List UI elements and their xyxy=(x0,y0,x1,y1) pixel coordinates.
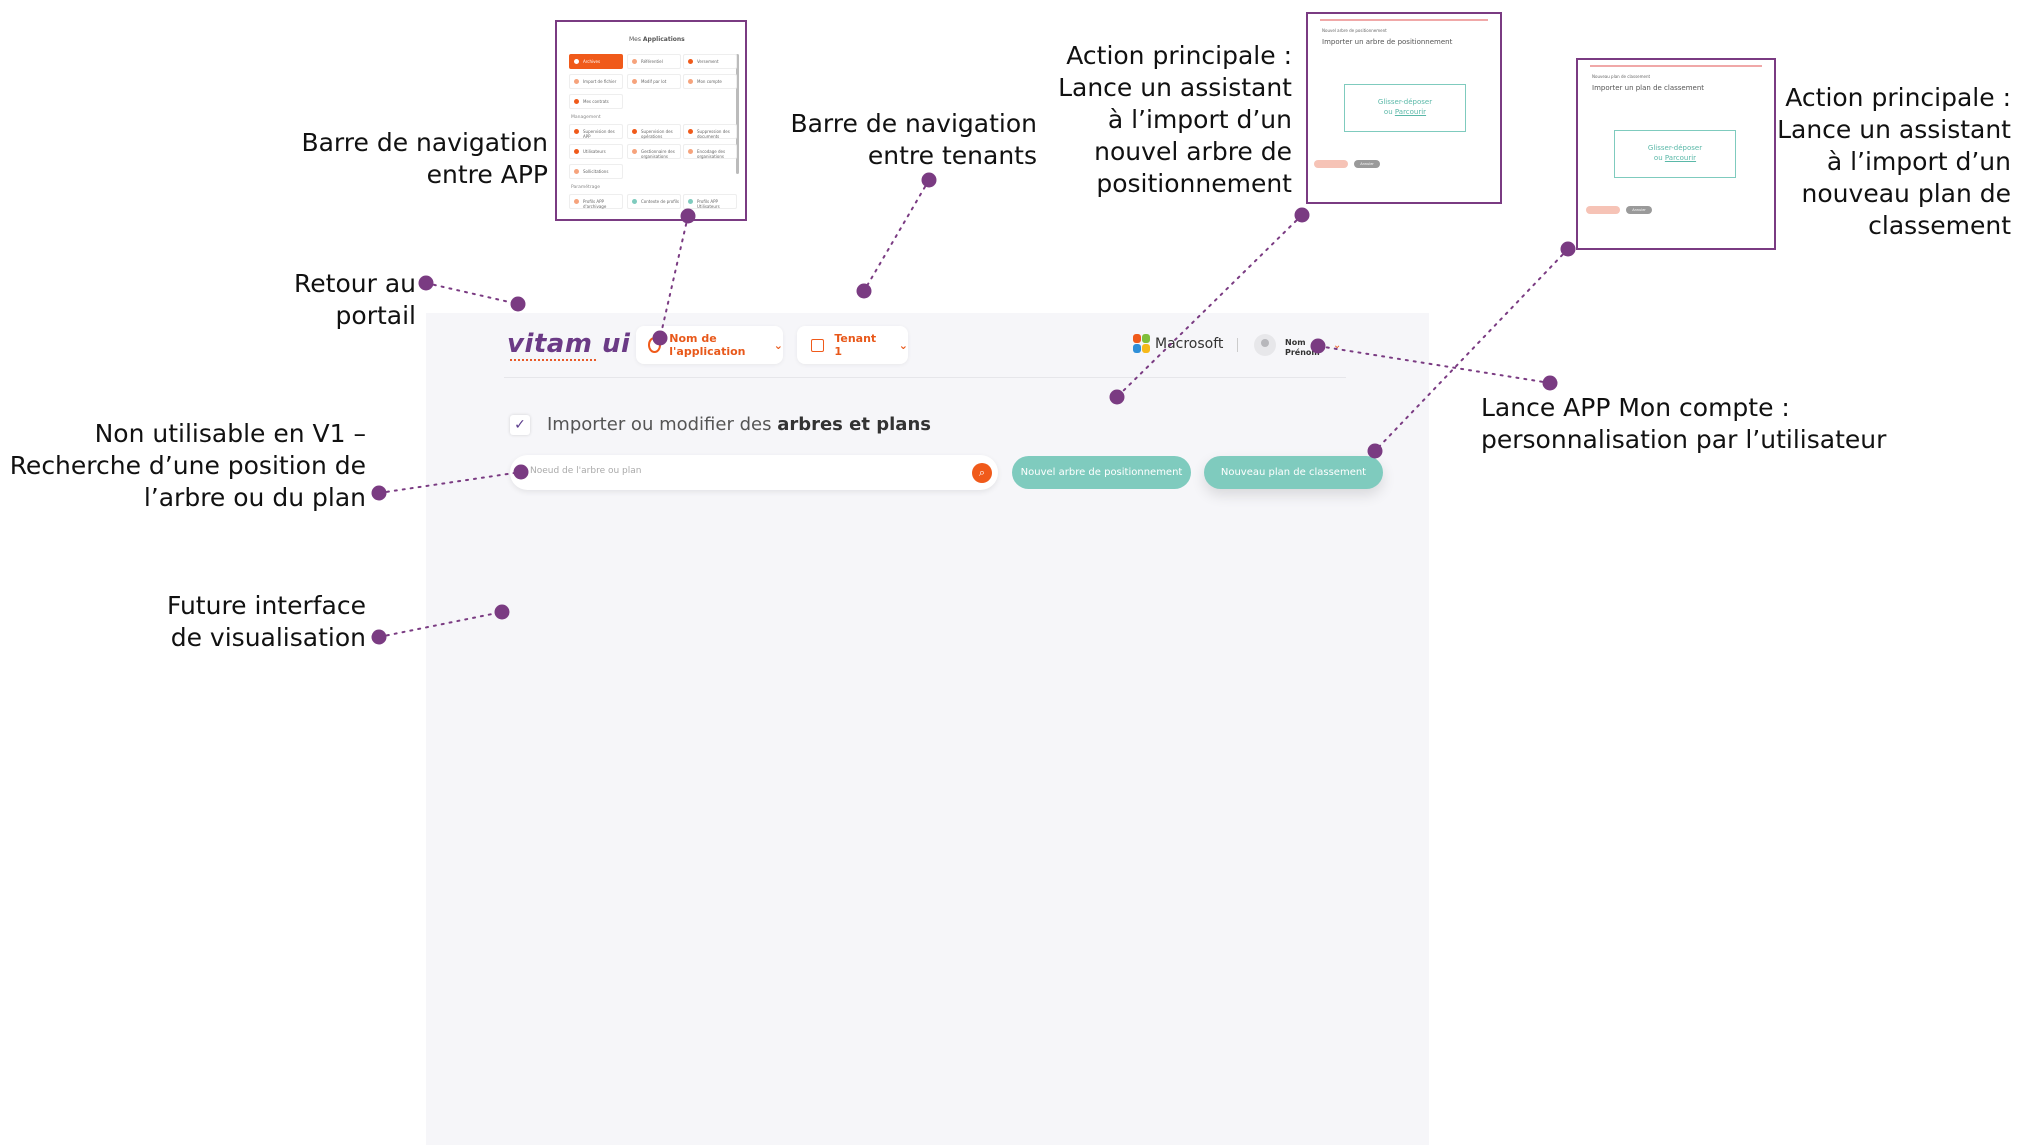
app-tile[interactable]: Versement xyxy=(683,54,737,69)
annotation-marker xyxy=(371,629,387,645)
wizard-header-line xyxy=(1320,19,1488,21)
app-tile[interactable]: Encodage des organisations xyxy=(683,144,737,159)
dropzone-label: Glisser-déposer xyxy=(1647,144,1703,152)
vitam-ui-logo[interactable]: vitam ui xyxy=(507,329,630,359)
chevron-down-icon[interactable]: ⌄ xyxy=(1333,340,1341,351)
annotation-search: Non utilisable en V1 – Recherche d’une p… xyxy=(9,419,366,512)
cancel-button[interactable]: Annuler xyxy=(1626,206,1652,214)
annotation-action-plan: Action principale : Lance un assistant à… xyxy=(1777,83,2011,240)
annotation-marker xyxy=(1367,443,1383,459)
wizard-step-title: Nouveau plan de classement xyxy=(1592,74,1651,79)
app-tile[interactable]: Suppression des documents xyxy=(683,124,737,139)
tree-wizard-preview: Nouvel arbre de positionnement Importer … xyxy=(1306,12,1502,204)
app-tile[interactable]: Utilisateurs xyxy=(569,144,623,159)
annotation-future: Future interface de visualisation xyxy=(166,591,366,652)
annotation-marker xyxy=(1560,241,1576,257)
app-tile[interactable]: Profils APP Utilisateurs xyxy=(683,194,737,209)
annotation-marker xyxy=(1109,389,1125,405)
app-tile[interactable]: Contexte de profils xyxy=(627,194,681,209)
app-tile[interactable]: Supervision des opérations xyxy=(627,124,681,139)
dropzone[interactable]: Glisser-déposer ou Parcourir xyxy=(1614,130,1736,178)
chevron-down-icon: ⌄ xyxy=(773,338,783,352)
annotation-marker xyxy=(510,296,526,312)
annotation-marker xyxy=(856,283,872,299)
app-switcher-preview: Mes Applications Archives Référentiel Ve… xyxy=(555,20,747,221)
app-selector-label: Nom de l'application xyxy=(669,332,746,358)
header-separator xyxy=(504,377,1346,378)
search-icon[interactable]: ⌕ xyxy=(972,463,992,483)
dropzone[interactable]: Glisser-déposer ou Parcourir xyxy=(1344,84,1466,132)
wizard-header-line xyxy=(1590,65,1762,67)
tenant-selector-label: Tenant 1 xyxy=(834,332,877,358)
page-title-bold: arbres et plans xyxy=(777,414,931,435)
customer-logo: Macrosoft xyxy=(1133,334,1223,354)
wizard-title: Importer un arbre de positionnement xyxy=(1322,38,1453,46)
next-button[interactable] xyxy=(1314,160,1348,168)
wizard-step-title: Nouvel arbre de positionnement xyxy=(1322,28,1387,33)
dropzone-label: Glisser-déposer xyxy=(1377,98,1433,106)
annotation-marker xyxy=(1294,207,1310,223)
annotation-marker xyxy=(921,172,937,188)
annotation-back-portal: Retour au portail xyxy=(294,269,416,330)
app-tile[interactable]: Import de fichier xyxy=(569,74,623,89)
next-button[interactable] xyxy=(1586,206,1620,214)
app-canvas xyxy=(426,313,1429,1145)
new-plan-button[interactable]: Nouveau plan de classement xyxy=(1204,456,1383,489)
check-icon: ✓ xyxy=(510,415,530,435)
dropzone-link-line: ou Parcourir xyxy=(1383,108,1427,116)
plan-wizard-preview: Nouveau plan de classement Importer un p… xyxy=(1576,58,1776,250)
annotation-marker xyxy=(1310,338,1326,354)
app-switcher-title: Mes Applications xyxy=(629,36,685,43)
customer-logo-icon xyxy=(1133,334,1151,354)
annotation-app-nav: Barre de navigation entre APP xyxy=(301,128,548,189)
annotation-marker xyxy=(494,604,510,620)
page-title-prefix: Importer ou modifier des xyxy=(547,414,778,435)
dropzone-link-line: ou Parcourir xyxy=(1653,154,1697,162)
annotation-marker xyxy=(513,464,529,480)
app-tile[interactable]: Référentiel xyxy=(627,54,681,69)
section-title: Paramétrage xyxy=(571,185,601,190)
new-tree-button[interactable]: Nouvel arbre de positionnement xyxy=(1012,456,1191,489)
avatar[interactable] xyxy=(1254,334,1276,356)
app-tile[interactable]: Archives xyxy=(569,54,623,69)
app-tile[interactable]: Profils APP d'archivage xyxy=(569,194,623,209)
wizard-title: Importer un plan de classement xyxy=(1592,84,1705,92)
page-title: Importer ou modifier des arbres et plans xyxy=(547,414,931,435)
annotation-marker xyxy=(1542,375,1558,391)
annotation-marker xyxy=(680,208,696,224)
app-tile[interactable]: Sollicitations xyxy=(569,164,623,179)
annotation-marker xyxy=(371,485,387,501)
annotation-action-tree: Action principale : Lance un assistant à… xyxy=(1058,41,1292,198)
customer-logo-text: Macrosoft xyxy=(1155,336,1224,352)
annotation-account: Lance APP Mon compte : personnalisation … xyxy=(1481,393,1887,454)
annotation-marker xyxy=(652,330,668,346)
app-tile[interactable]: Mes contrats xyxy=(569,94,623,109)
tenant-selector[interactable]: Tenant 1 ⌄ xyxy=(797,326,908,364)
cancel-button[interactable]: Annuler xyxy=(1354,160,1380,168)
header-divider xyxy=(1237,338,1238,352)
search-input[interactable]: Noeud de l'arbre ou plan ⌕ xyxy=(510,455,998,490)
app-tile[interactable]: Gestionnaire des organisations xyxy=(627,144,681,159)
logo-underline xyxy=(510,356,596,361)
annotation-tenant-nav: Barre de navigation entre tenants xyxy=(790,109,1037,170)
annotation-marker xyxy=(418,275,434,291)
search-placeholder: Noeud de l'arbre ou plan xyxy=(530,466,642,476)
app-tile[interactable]: Modif par lot xyxy=(627,74,681,89)
tenant-icon xyxy=(811,338,825,352)
section-title: Management xyxy=(571,115,601,120)
chevron-down-icon: ⌄ xyxy=(898,338,908,352)
app-tile[interactable]: Supervision des APP xyxy=(569,124,623,139)
app-tile[interactable]: Mon compte xyxy=(683,74,737,89)
